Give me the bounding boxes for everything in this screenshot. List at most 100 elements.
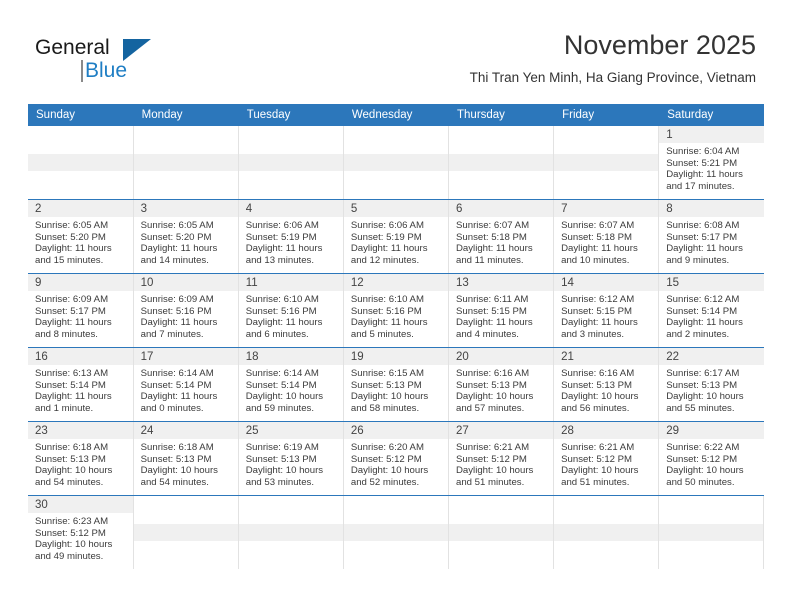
logo-text-blue: Blue bbox=[85, 59, 128, 82]
calendar-day-cell[interactable]: 10 Sunrise: 6:09 AM Sunset: 5:16 PM Dayligh… bbox=[133, 273, 239, 348]
calendar-day-cell[interactable]: 26 Sunrise: 6:20 AM Sunset: 5:12 PM Dayligh… bbox=[343, 421, 450, 496]
sunrise-text: Sunrise: 6:10 AM bbox=[350, 294, 424, 305]
title-block: November 2025 Thi Tran Yen Minh, Ha Gian… bbox=[470, 28, 756, 88]
day-details: Sunrise: 6:10 AM Sunset: 5:16 PM Daylight:… bbox=[344, 291, 448, 340]
day-details: Sunrise: 6:06 AM Sunset: 5:19 PM Daylight:… bbox=[239, 217, 343, 266]
calendar-day-cell[interactable]: 13 Sunrise: 6:11 AM Sunset: 5:15 PM Dayligh… bbox=[448, 273, 555, 348]
calendar-day-cell[interactable]: 18 Sunrise: 6:14 AM Sunset: 5:14 PM Dayligh… bbox=[238, 347, 344, 422]
calendar-day-cell[interactable]: 17 Sunrise: 6:14 AM Sunset: 5:14 PM Dayligh… bbox=[133, 347, 239, 422]
calendar-day-cell[interactable]: 25 Sunrise: 6:19 AM Sunset: 5:13 PM Dayligh… bbox=[238, 421, 344, 496]
calendar-day-cell[interactable]: 28 Sunrise: 6:21 AM Sunset: 5:12 PM Dayligh… bbox=[553, 421, 660, 496]
daylight-text-line1: Daylight: 11 hours bbox=[666, 243, 743, 255]
calendar-day-cell[interactable]: 22 Sunrise: 6:17 AM Sunset: 5:13 PM Dayligh… bbox=[658, 347, 764, 422]
sunset-text: Sunset: 5:15 PM bbox=[456, 305, 527, 317]
daylight-text-line1: Daylight: 11 hours bbox=[140, 391, 218, 403]
sunset-text: Sunset: 5:14 PM bbox=[140, 379, 212, 391]
sunset-text: Sunset: 5:15 PM bbox=[561, 305, 633, 317]
day-details: Sunrise: 6:17 AM Sunset: 5:13 PM Daylight:… bbox=[659, 365, 764, 414]
page-title: November 2025 bbox=[563, 30, 756, 60]
calendar-day-cell[interactable]: 15 Sunrise: 6:12 AM Sunset: 5:14 PM Dayligh… bbox=[658, 273, 764, 348]
weekday-header-thursday: Thursday bbox=[448, 104, 555, 126]
daylight-text-line2: and 13 minutes. bbox=[245, 254, 315, 266]
sunset-text: Sunset: 5:19 PM bbox=[245, 231, 317, 243]
calendar-day-cell[interactable]: 5 Sunrise: 6:06 AM Sunset: 5:19 PM Daylight… bbox=[343, 199, 450, 274]
weekday-header-wednesday: Wednesday bbox=[343, 104, 450, 126]
sunrise-text: Sunrise: 6:08 AM bbox=[666, 220, 740, 231]
daylight-text-line1: Daylight: 10 hours bbox=[456, 391, 534, 403]
calendar-day-cell[interactable]: 30 Sunrise: 6:23 AM Sunset: 5:12 PM Dayligh… bbox=[28, 495, 134, 569]
daylight-text-line1: Daylight: 11 hours bbox=[456, 317, 533, 329]
daylight-text-line2: and 53 minutes. bbox=[245, 476, 315, 488]
daylight-text-line1: Daylight: 10 hours bbox=[245, 465, 324, 477]
weekday-header-saturday: Saturday bbox=[658, 104, 765, 126]
calendar-day-cell[interactable]: 29 Sunrise: 6:22 AM Sunset: 5:12 PM Dayligh… bbox=[658, 421, 764, 496]
calendar-day-cell[interactable]: 3 Sunrise: 6:05 AM Sunset: 5:20 PM Daylight… bbox=[133, 199, 239, 274]
sunrise-text: Sunrise: 6:21 AM bbox=[561, 442, 635, 453]
daylight-text-line1: Daylight: 10 hours bbox=[350, 391, 429, 403]
day-details: Sunrise: 6:21 AM Sunset: 5:12 PM Daylight:… bbox=[554, 439, 658, 488]
general-blue-logo[interactable]: General Blue bbox=[35, 36, 215, 92]
day-number: 4 bbox=[238, 200, 343, 217]
calendar-day-cell[interactable]: 14 Sunrise: 6:12 AM Sunset: 5:15 PM Dayligh… bbox=[553, 273, 660, 348]
day-details: Sunrise: 6:18 AM Sunset: 5:13 PM Daylight:… bbox=[134, 439, 238, 488]
sunrise-text: Sunrise: 6:13 AM bbox=[35, 368, 109, 379]
calendar-day-cell[interactable]: 12 Sunrise: 6:10 AM Sunset: 5:16 PM Dayligh… bbox=[343, 273, 450, 348]
daylight-text-line1: Daylight: 11 hours bbox=[35, 391, 112, 403]
day-details: Sunrise: 6:13 AM Sunset: 5:14 PM Daylight:… bbox=[28, 365, 132, 414]
calendar-body: 1 Sunrise: 6:04 AM Sunset: 5:21 PM Daylight… bbox=[28, 126, 765, 569]
day-number-band bbox=[343, 154, 448, 171]
calendar-page: General Blue November 2025 Thi Tran Yen … bbox=[0, 0, 792, 612]
calendar-day-cell[interactable]: 8 Sunrise: 6:08 AM Sunset: 5:17 PM Daylight… bbox=[658, 199, 764, 274]
calendar-day-cell[interactable]: 4 Sunrise: 6:06 AM Sunset: 5:19 PM Daylight… bbox=[238, 199, 344, 274]
sunrise-text: Sunrise: 6:17 AM bbox=[666, 368, 740, 379]
day-details: Sunrise: 6:23 AM Sunset: 5:12 PM Daylight:… bbox=[28, 513, 132, 562]
daylight-text-line2: and 3 minutes. bbox=[561, 328, 625, 340]
day-number: 26 bbox=[343, 422, 448, 439]
calendar-cell-empty bbox=[238, 495, 344, 569]
weekday-header-sunday: Sunday bbox=[28, 104, 134, 126]
calendar-cell-empty bbox=[343, 126, 450, 200]
day-details: Sunrise: 6:12 AM Sunset: 5:15 PM Daylight:… bbox=[554, 291, 658, 340]
daylight-text-line2: and 49 minutes. bbox=[35, 550, 104, 562]
calendar-day-cell[interactable]: 20 Sunrise: 6:16 AM Sunset: 5:13 PM Dayligh… bbox=[448, 347, 555, 422]
calendar-day-cell[interactable]: 6 Sunrise: 6:07 AM Sunset: 5:18 PM Daylight… bbox=[448, 199, 555, 274]
daylight-text-line2: and 15 minutes. bbox=[35, 254, 104, 266]
day-number: 12 bbox=[343, 274, 448, 291]
day-number: 17 bbox=[133, 348, 238, 365]
calendar-day-cell[interactable]: 24 Sunrise: 6:18 AM Sunset: 5:13 PM Dayligh… bbox=[133, 421, 239, 496]
sunset-text: Sunset: 5:16 PM bbox=[140, 305, 212, 317]
day-details: Sunrise: 6:09 AM Sunset: 5:17 PM Daylight:… bbox=[28, 291, 132, 340]
sunrise-text: Sunrise: 6:10 AM bbox=[245, 294, 319, 305]
day-number-band bbox=[554, 524, 659, 541]
calendar-day-cell[interactable]: 21 Sunrise: 6:16 AM Sunset: 5:13 PM Dayligh… bbox=[553, 347, 660, 422]
daylight-text-line2: and 57 minutes. bbox=[456, 402, 525, 414]
calendar-cell-empty bbox=[448, 126, 555, 200]
daylight-text-line1: Daylight: 10 hours bbox=[666, 391, 744, 403]
day-number-band bbox=[449, 524, 554, 541]
sunset-text: Sunset: 5:13 PM bbox=[245, 453, 317, 465]
calendar-week-row: 23 Sunrise: 6:18 AM Sunset: 5:13 PM Dayligh… bbox=[28, 421, 764, 496]
sunrise-text: Sunrise: 6:14 AM bbox=[245, 368, 319, 379]
calendar-day-cell[interactable]: 7 Sunrise: 6:07 AM Sunset: 5:18 PM Daylight… bbox=[553, 199, 660, 274]
daylight-text-line2: and 7 minutes. bbox=[140, 328, 204, 340]
day-number: 19 bbox=[343, 348, 448, 365]
calendar-day-cell[interactable]: 27 Sunrise: 6:21 AM Sunset: 5:12 PM Dayligh… bbox=[448, 421, 555, 496]
sunrise-text: Sunrise: 6:05 AM bbox=[140, 220, 214, 231]
day-number-band bbox=[659, 524, 764, 541]
calendar-day-cell[interactable]: 2 Sunrise: 6:05 AM Sunset: 5:20 PM Daylight… bbox=[28, 199, 134, 274]
weekday-header-row: Sunday Monday Tuesday Wednesday Thursday… bbox=[28, 104, 765, 126]
day-details: Sunrise: 6:11 AM Sunset: 5:15 PM Daylight:… bbox=[449, 291, 553, 340]
calendar-day-cell[interactable]: 16 Sunrise: 6:13 AM Sunset: 5:14 PM Dayligh… bbox=[28, 347, 134, 422]
sunrise-text: Sunrise: 6:14 AM bbox=[140, 368, 214, 379]
calendar-day-cell[interactable]: 11 Sunrise: 6:10 AM Sunset: 5:16 PM Dayligh… bbox=[238, 273, 344, 348]
daylight-text-line2: and 14 minutes. bbox=[140, 254, 209, 266]
day-number: 14 bbox=[554, 274, 658, 291]
calendar-day-cell[interactable]: 9 Sunrise: 6:09 AM Sunset: 5:17 PM Daylight… bbox=[28, 273, 134, 348]
calendar-day-cell[interactable]: 23 Sunrise: 6:18 AM Sunset: 5:13 PM Dayligh… bbox=[28, 421, 134, 496]
calendar-day-cell[interactable]: 19 Sunrise: 6:15 AM Sunset: 5:13 PM Dayligh… bbox=[343, 347, 450, 422]
calendar-day-cell[interactable]: 1 Sunrise: 6:04 AM Sunset: 5:21 PM Daylight… bbox=[658, 126, 764, 200]
sunrise-text: Sunrise: 6:09 AM bbox=[140, 294, 214, 305]
daylight-text-line1: Daylight: 11 hours bbox=[245, 317, 323, 329]
day-details: Sunrise: 6:18 AM Sunset: 5:13 PM Daylight:… bbox=[28, 439, 132, 488]
daylight-text-line2: and 10 minutes. bbox=[561, 254, 630, 266]
